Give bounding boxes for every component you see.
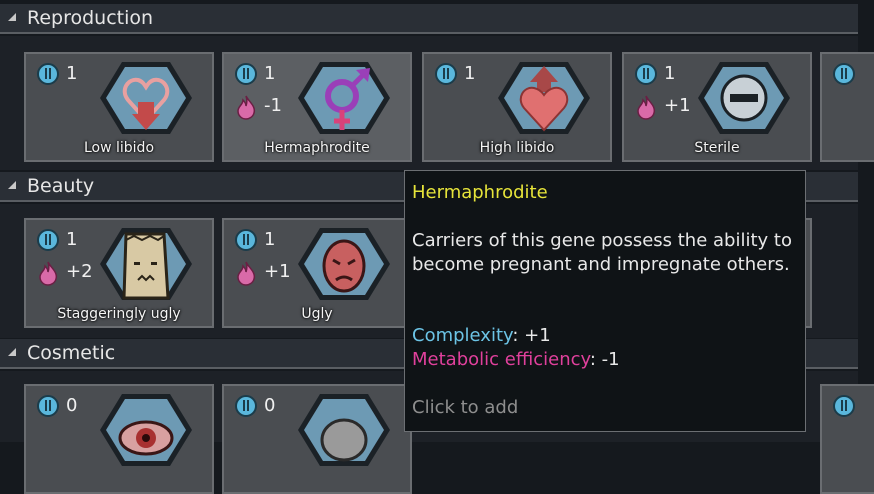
gene-name: Hermaphrodite [264,140,370,156]
complexity-value: 1 [66,229,78,250]
complexity-icon [37,229,59,251]
high-libido-icon [498,62,590,134]
head-icon [298,394,390,466]
gene-card-cosmetic-2[interactable]: 0 [222,384,412,494]
complexity-value: 1 [664,63,676,84]
section-title: Beauty [27,175,95,197]
gene-card-hermaphrodite[interactable]: 1 -1 Hermaphrodite [222,52,412,162]
gene-name: High libido [479,140,555,156]
metabolism-icon [39,261,58,286]
gene-card-partial[interactable] [820,384,874,494]
complexity-value: : +1 [512,325,551,346]
section-header-reproduction[interactable]: Reproduction [0,4,858,34]
metabolic-value: : -1 [589,349,620,370]
gene-card-staggeringly-ugly[interactable]: 1 +2 Staggeringly ugly [24,218,214,328]
complexity-value: 1 [464,63,476,84]
gene-name: Ugly [301,306,333,322]
tooltip-title: Hermaphrodite [412,182,548,203]
gene-card-ugly[interactable]: 1 +1 Ugly [222,218,412,328]
metabolism-value: +2 [66,261,93,282]
complexity-icon [235,63,257,85]
metabolism-icon [237,261,256,286]
complexity-label: Complexity [412,325,513,346]
metabolism-icon [637,95,656,120]
complexity-value: 1 [264,63,276,84]
metabolism-value: +1 [264,261,291,282]
paper-bag-head-icon [100,228,192,300]
sterile-icon [698,62,790,134]
eye-icon [100,394,192,466]
complexity-icon [37,395,59,417]
metabolic-label: Metabolic efficiency [412,349,590,370]
complexity-value: 0 [264,395,276,416]
tooltip-description: Carriers of this gene possess the abilit… [412,230,792,275]
collapse-triangle-icon[interactable] [8,348,16,356]
complexity-icon [635,63,657,85]
section-title: Reproduction [27,7,154,29]
complexity-icon [833,63,855,85]
tooltip-complexity-line: Complexity: +1 [412,325,551,346]
gene-card-low-libido[interactable]: 1 Low libido [24,52,214,162]
gene-name: Sterile [694,140,740,156]
complexity-icon [235,229,257,251]
collapse-triangle-icon[interactable] [8,181,16,189]
complexity-value: 1 [264,229,276,250]
section-title: Cosmetic [27,342,116,364]
collapse-triangle-icon[interactable] [8,13,16,21]
metabolism-icon [237,95,256,120]
low-libido-icon [100,62,192,134]
gene-card-high-libido[interactable]: 1 High libido [422,52,612,162]
complexity-value: 0 [66,395,78,416]
gene-card-sterile[interactable]: 1 +1 Sterile [622,52,812,162]
tooltip-metabolic-line: Metabolic efficiency: -1 [412,349,620,370]
metabolism-value: +1 [664,95,691,116]
gene-name: Low libido [83,140,155,156]
hermaphrodite-icon [298,62,390,134]
gene-card-cosmetic-1[interactable]: 0 [24,384,214,494]
complexity-icon [435,63,457,85]
complexity-value: 1 [66,63,78,84]
click-to-add-hint: Click to add [412,397,519,418]
gene-card-partial[interactable] [820,52,874,162]
ugly-face-icon [298,228,390,300]
metabolism-value: -1 [264,95,282,116]
gene-name: Staggeringly ugly [57,306,181,322]
complexity-icon [235,395,257,417]
gene-tooltip: Hermaphrodite Carriers of this gene poss… [404,170,806,432]
complexity-icon [833,395,855,417]
complexity-icon [37,63,59,85]
